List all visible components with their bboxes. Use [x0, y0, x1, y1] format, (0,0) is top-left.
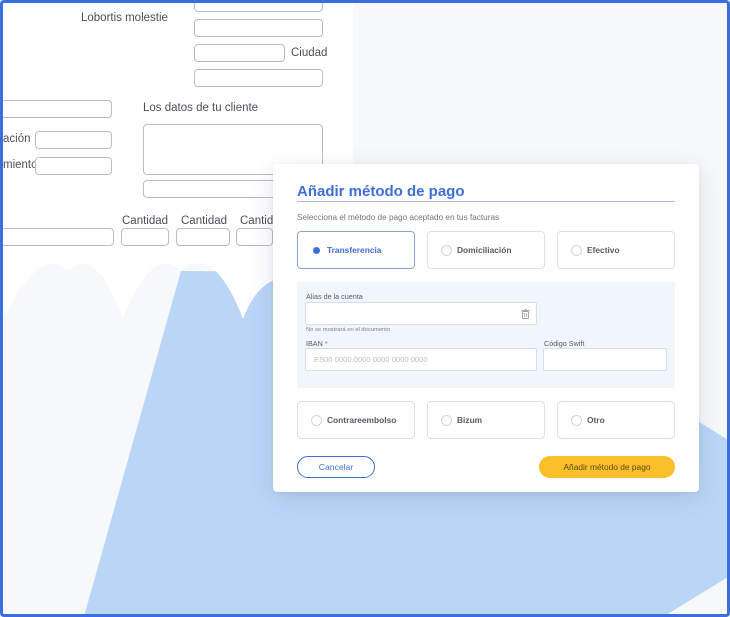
- bg-label-cantidad: Cantidad: [122, 215, 169, 227]
- radio-empty-icon: [571, 244, 582, 256]
- payment-option-label: Bizum: [457, 415, 483, 425]
- add-payment-method-dialog: Añadir método de pago Selecciona el méto…: [273, 164, 699, 492]
- dialog-title: Añadir método de pago: [297, 183, 465, 200]
- swift-label: Código Swift: [544, 339, 585, 348]
- alias-help-text: No se mostrará en el documento: [306, 327, 391, 333]
- payment-option-label: Transferencia: [327, 245, 382, 255]
- trash-icon[interactable]: [521, 309, 530, 319]
- bg-input: [194, 44, 285, 62]
- radio-empty-icon: [441, 414, 452, 426]
- add-payment-method-button[interactable]: Añadir método de pago: [539, 456, 675, 478]
- bg-label-cion: ación: [3, 133, 31, 145]
- bg-input: [3, 100, 112, 118]
- radio-selected-icon: [311, 244, 322, 256]
- payment-option-label: Efectivo: [587, 245, 620, 255]
- bg-input: [194, 69, 323, 87]
- iban-label: IBAN *: [306, 339, 328, 348]
- bg-input: [35, 131, 112, 149]
- payment-option-efectivo[interactable]: Efectivo: [557, 231, 675, 269]
- payment-option-otro[interactable]: Otro: [557, 401, 675, 439]
- bg-label-lobortis: Lobortis molestie: [81, 12, 168, 24]
- bg-input: [121, 228, 169, 246]
- canvas-frame: Lobortis molestie Ciudad Los datos de tu…: [0, 0, 730, 617]
- dialog-subtitle: Selecciona el método de pago aceptado en…: [297, 213, 500, 222]
- bg-input: [194, 19, 323, 37]
- payment-option-transferencia[interactable]: Transferencia: [297, 231, 415, 269]
- payment-option-bizum[interactable]: Bizum: [427, 401, 545, 439]
- bg-label-cantidad: Cantid: [240, 215, 274, 227]
- bg-label-cliente: Los datos de tu cliente: [143, 102, 259, 114]
- payment-option-label: Otro: [587, 415, 605, 425]
- iban-placeholder: ES00 0000 0000 0000 0000 0000: [314, 355, 428, 364]
- alias-input[interactable]: [305, 302, 537, 325]
- bg-label-cantidad: Cantidad: [181, 215, 228, 227]
- iban-label-text: IBAN: [306, 339, 323, 348]
- transfer-details-panel: Alias de la cuenta No se mostrará en el …: [297, 282, 675, 388]
- bg-input: [194, 3, 323, 12]
- bg-input: [3, 228, 114, 246]
- bg-input: [35, 157, 112, 175]
- payment-option-label: Contrareembolso: [327, 415, 397, 425]
- payment-option-contrareembolso[interactable]: Contrareembolso: [297, 401, 415, 439]
- bg-label-miento: miento: [3, 159, 38, 171]
- radio-empty-icon: [571, 414, 582, 426]
- required-marker: *: [324, 339, 328, 348]
- swift-input[interactable]: [543, 348, 667, 371]
- radio-empty-icon: [441, 244, 452, 256]
- radio-empty-icon: [311, 414, 322, 426]
- bg-input: [176, 228, 230, 246]
- bg-label-ciudad: Ciudad: [291, 47, 328, 59]
- payment-option-label: Domiciliación: [457, 245, 512, 255]
- payment-option-domiciliacion[interactable]: Domiciliación: [427, 231, 545, 269]
- alias-label: Alias de la cuenta: [306, 292, 363, 301]
- title-divider: [297, 201, 675, 202]
- iban-input[interactable]: ES00 0000 0000 0000 0000 0000: [305, 348, 537, 371]
- bg-input: [236, 228, 273, 246]
- cancel-button[interactable]: Cancelar: [297, 456, 375, 478]
